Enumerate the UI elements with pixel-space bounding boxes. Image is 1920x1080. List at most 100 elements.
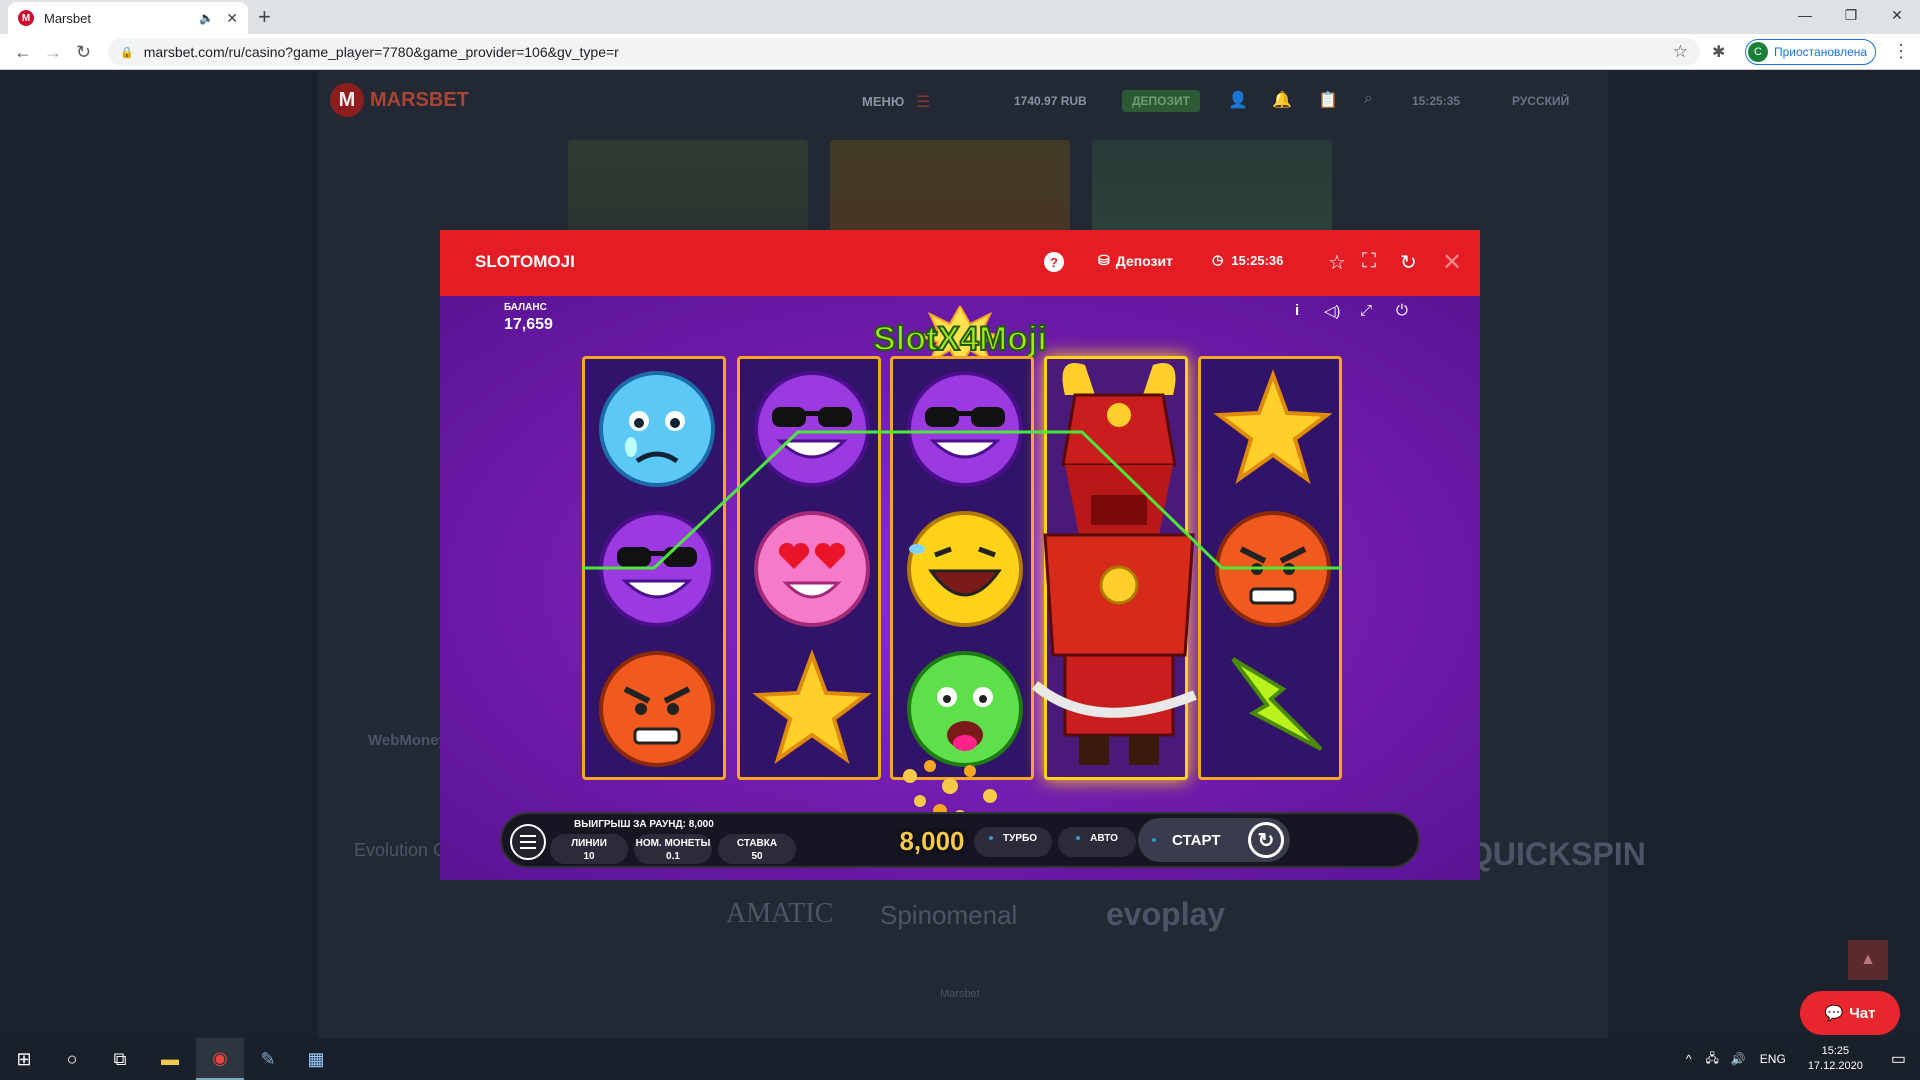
provider-webmoney: WebMoney (368, 732, 447, 749)
chrome-icon[interactable]: ◉ (196, 1038, 244, 1080)
marsbet-favicon-icon: M (18, 10, 34, 26)
modal-deposit-label: Депозит (1115, 252, 1173, 269)
bookmark-star-icon[interactable]: ☆ (1673, 42, 1688, 62)
minimize-icon[interactable]: — (1782, 0, 1828, 34)
system-tray: ^ 🖧 🔊 ENG 15:25 17.12.2020 ▭ (1678, 1038, 1920, 1080)
user-icon[interactable]: 👤 (1228, 90, 1248, 110)
coin-value: 0.1 (666, 851, 680, 862)
auto-label: АВТО (1090, 833, 1118, 844)
notifications-icon[interactable]: ▭ (1891, 1049, 1906, 1069)
chat-bubble-icon: 💬 (1824, 1005, 1844, 1022)
bet-selector[interactable]: СТАВКА 50 (718, 834, 796, 864)
footer-brand: Marsbet (940, 988, 980, 1000)
close-tab-icon[interactable]: ✕ (226, 10, 238, 27)
file-explorer-icon[interactable]: ▬ (146, 1038, 194, 1080)
input-language[interactable]: ENG (1760, 1052, 1786, 1066)
provider-quickspin: QUICKSPIN (1468, 836, 1646, 872)
url-text: marsbet.com/ru/casino?game_player=7780&g… (143, 44, 619, 60)
sound-icon[interactable]: ◁) (1324, 302, 1341, 320)
game-modal: SLOTOMOJI ? ⛁ Депозит ◷ 15:25:36 ☆ ⛶ ↻ ✕… (440, 230, 1480, 880)
spin-icon: ↻ (1248, 822, 1284, 858)
back-arrow-icon[interactable]: ← (14, 42, 32, 63)
forward-arrow-icon[interactable]: → (44, 42, 62, 63)
provider-spinomenal: Spinomenal (880, 900, 1018, 930)
site-menu-button[interactable]: МЕНЮ (862, 94, 904, 109)
tray-chevron-icon[interactable]: ^ (1686, 1052, 1692, 1066)
turbo-indicator (989, 836, 994, 841)
turbo-toggle[interactable]: ТУРБО (974, 827, 1052, 857)
new-tab-icon[interactable]: + (258, 4, 271, 30)
favorite-star-icon[interactable]: ☆ (1328, 250, 1346, 275)
bet-label: СТАВКА (736, 838, 778, 849)
provider-evoplay: evoplay (1106, 896, 1226, 932)
windows-start-icon[interactable]: ⊞ (0, 1038, 48, 1080)
spin-indicator (1152, 838, 1156, 842)
fullscreen-icon[interactable]: ⛶ (1362, 250, 1376, 273)
reload-icon[interactable]: ↻ (76, 42, 91, 63)
cortana-search-icon[interactable]: ○ (48, 1038, 96, 1080)
lines-label: ЛИНИИ (571, 838, 607, 849)
language-select[interactable]: РУССКИЙ (1512, 94, 1569, 108)
address-toolbar: ← → ↻ 🔒 marsbet.com/ru/casino?game_playe… (0, 34, 1920, 70)
search-icon[interactable]: ⌕ (1364, 90, 1373, 108)
browser-tab-strip: M Marsbet 🔈 ✕ + — ❐ ✕ (0, 0, 1920, 34)
spin-button[interactable]: СТАРТ ↻ (1138, 818, 1290, 862)
info-icon[interactable]: i (1295, 302, 1299, 319)
chat-button[interactable]: 💬 Чат (1800, 991, 1900, 1035)
close-window-icon[interactable]: ✕ (1874, 0, 1920, 34)
taskbar-time: 15:25 (1821, 1045, 1850, 1057)
site-logo[interactable]: M MARSBET (330, 80, 490, 120)
help-button[interactable]: ? (1044, 252, 1072, 272)
help-icon: ? (1044, 252, 1064, 272)
game-fullscreen-icon[interactable]: ⤢ (1360, 302, 1372, 319)
browser-menu-icon[interactable]: ⋮ (1892, 41, 1910, 62)
browser-tab[interactable]: M Marsbet 🔈 ✕ (8, 2, 248, 34)
modal-deposit-button[interactable]: ⛁ Депозит (1098, 252, 1173, 269)
profile-button[interactable]: С Приостановлена (1745, 39, 1877, 65)
scroll-to-top-icon[interactable]: ▲ (1848, 940, 1888, 980)
tab-title: Marsbet (44, 10, 91, 26)
site-clock: 15:25:35 (1412, 94, 1461, 108)
coin-label: НОМ. МОНЕТЫ (635, 838, 711, 849)
bet-value: 50 (751, 851, 763, 862)
mars-logo-icon: M (330, 83, 364, 117)
logo-text: SlotX4Moji (873, 320, 1047, 358)
taskbar-date: 17.12.2020 (1807, 1060, 1863, 1072)
game-balance-label: БАЛАНС (504, 302, 547, 313)
slot-game-canvas[interactable]: БАЛАНС 17,659 i ◁) ⤢ ⏻ SlotX4Moji ВЫИГРЫ… (440, 296, 1480, 880)
site-deposit-button[interactable]: ДЕПОЗИТ (1122, 90, 1200, 112)
volume-icon[interactable]: 🔊 (1731, 1052, 1746, 1066)
mute-tab-icon[interactable]: 🔈 (199, 11, 214, 25)
game-menu-button[interactable] (510, 824, 546, 860)
clipboard-icon[interactable]: 📋 (1318, 90, 1338, 110)
game-balance-value: 17,659 (504, 316, 553, 333)
lock-icon[interactable]: 🔒 (120, 46, 134, 59)
extensions-puzzle-icon[interactable]: ✱ (1712, 42, 1725, 62)
site-balance[interactable]: 1740.97 RUB (1014, 94, 1087, 108)
calculator-icon[interactable]: ▦ (292, 1038, 340, 1080)
refresh-icon[interactable]: ↻ (1400, 250, 1417, 275)
taskbar-clock[interactable]: 15:25 17.12.2020 (1808, 1044, 1863, 1074)
game-control-bar: ВЫИГРЫШ ЗА РАУНД: 8,000 ЛИНИИ 10 НОМ. МО… (500, 812, 1420, 868)
coin-value-selector[interactable]: НОМ. МОНЕТЫ 0.1 (634, 834, 712, 864)
windows-taskbar: ⊞ ○ ⧉ ▬ ◉ ✎ ▦ ^ 🖧 🔊 ENG 15:25 17.12.2020… (0, 1038, 1920, 1080)
lines-selector[interactable]: ЛИНИИ 10 (550, 834, 628, 864)
round-win-label: ВЫИГРЫШ ЗА РАУНД: 8,000 (574, 819, 714, 830)
hamburger-icon[interactable]: ☰ (916, 92, 930, 112)
network-icon[interactable]: 🖧 (1705, 1049, 1718, 1070)
clock-icon: ◷ (1212, 252, 1224, 267)
restore-icon[interactable]: ❐ (1828, 0, 1874, 34)
win-line-overlay (582, 430, 1342, 570)
modal-header: SLOTOMOJI ? ⛁ Депозит ◷ 15:25:36 ☆ ⛶ ↻ ✕ (440, 230, 1480, 296)
profile-avatar: С (1748, 42, 1768, 62)
task-view-icon[interactable]: ⧉ (96, 1038, 144, 1080)
reels-area (582, 356, 1342, 780)
url-bar[interactable]: 🔒 marsbet.com/ru/casino?game_player=7780… (108, 38, 1700, 66)
site-logo-text: MARSBET (370, 88, 469, 111)
auto-toggle[interactable]: АВТО (1058, 827, 1136, 857)
coins-icon: ⛁ (1098, 252, 1110, 268)
close-modal-icon[interactable]: ✕ (1442, 248, 1462, 277)
paint-icon[interactable]: ✎ (244, 1038, 292, 1080)
bell-icon[interactable]: 🔔 (1272, 90, 1292, 110)
power-icon[interactable]: ⏻ (1396, 302, 1408, 319)
